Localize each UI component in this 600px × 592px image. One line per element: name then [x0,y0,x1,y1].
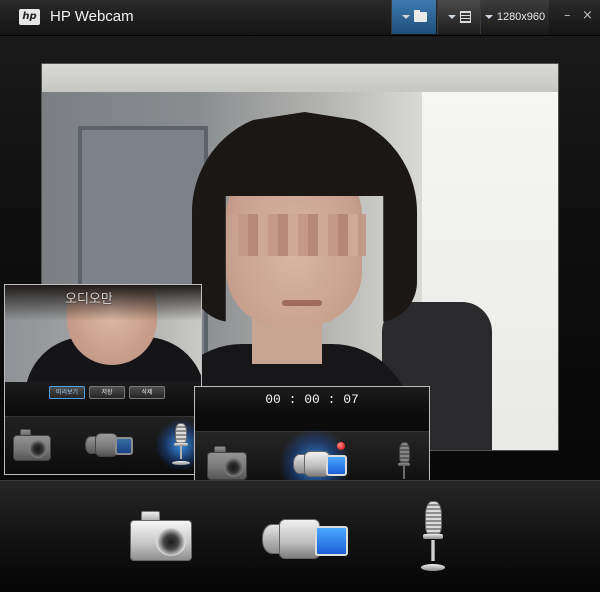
gallery-button[interactable] [437,0,480,34]
mode-dock [0,480,600,592]
camera-icon[interactable] [13,429,51,461]
hp-logo: hp [19,9,40,25]
audio-mode-tray [5,416,201,474]
chevron-down-icon [401,15,410,19]
video-camera-icon[interactable] [85,431,133,459]
preview-button[interactable]: 미리보기 [49,386,85,399]
folder-button[interactable] [391,0,436,34]
rec-dot-icon [337,442,345,450]
resolution-dropdown[interactable]: 1280x960 [480,0,549,34]
gallery-icon [459,11,471,23]
video-camera-icon[interactable] [262,515,348,563]
video-mode-panel: 00 : 00 : 07 [194,386,430,495]
app-title: HP Webcam [50,8,134,25]
audio-mode-thumbnail: 오디오만 [5,285,201,382]
title-bar[interactable]: hp HP Webcam 1280x960 – × [0,0,600,36]
chevron-down-icon [484,15,493,19]
audio-mode-controls: 미리보기 저장 삭제 [5,382,201,416]
close-button[interactable]: × [582,8,593,23]
recording-timer: 00 : 00 : 07 [265,392,359,407]
resolution-label: 1280x960 [496,11,546,23]
folder-icon [413,10,427,22]
minimize-button[interactable]: – [564,8,571,23]
webcam-window: hp HP Webcam 1280x960 – × 오디오만 미리보기 저장 삭… [0,0,600,592]
camera-icon[interactable] [207,446,247,480]
chevron-down-icon [447,15,456,19]
save-button[interactable]: 저장 [89,386,125,399]
delete-button[interactable]: 삭제 [129,386,165,399]
timer-bar: 00 : 00 : 07 [195,387,429,415]
video-camera-icon[interactable] [293,448,347,480]
microphone-icon[interactable] [416,501,450,571]
camera-icon[interactable] [130,511,192,561]
preview-privacy-blur [238,214,366,256]
audio-mode-panel: 오디오만 미리보기 저장 삭제 [4,284,202,475]
preview-ceiling [42,64,558,92]
preview-person-mouth [282,300,322,306]
microphone-icon[interactable] [169,423,193,465]
audio-mode-title: 오디오만 [65,292,113,307]
